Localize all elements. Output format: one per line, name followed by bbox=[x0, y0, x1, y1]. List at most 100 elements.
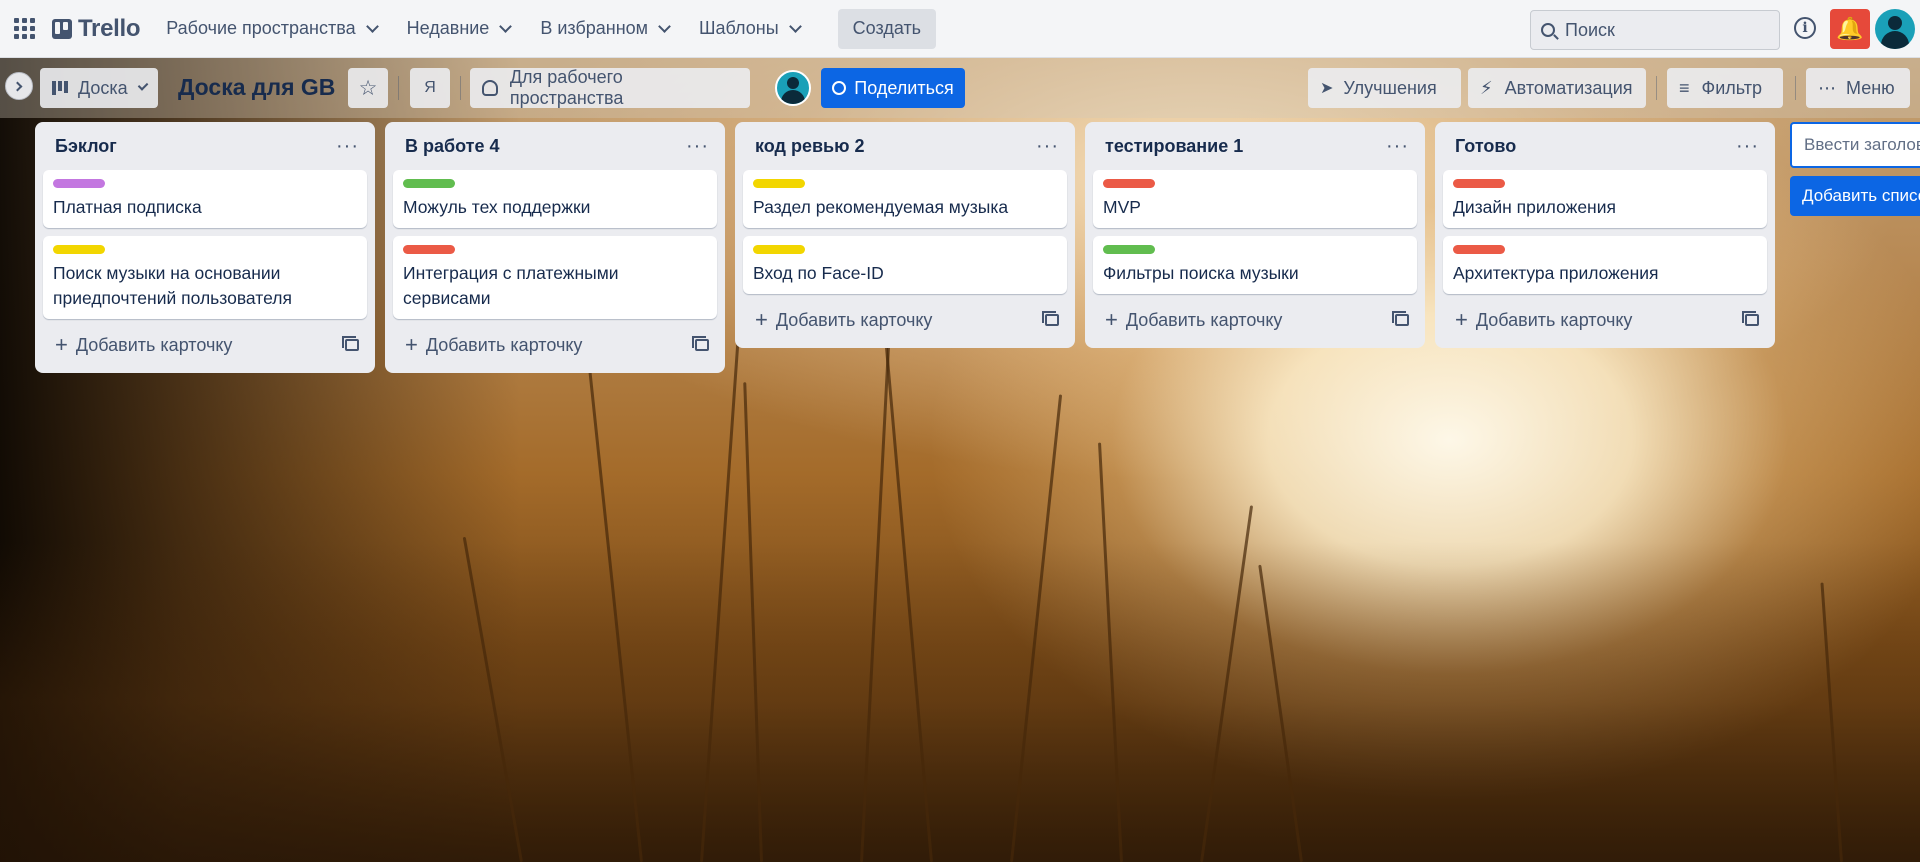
card[interactable]: MVP bbox=[1093, 170, 1417, 228]
lightning-icon: ⚡ bbox=[1480, 77, 1493, 98]
filter-icon: ≡ bbox=[1679, 77, 1690, 98]
more-dots-icon: ⋯ bbox=[1818, 77, 1836, 98]
share-button[interactable]: Поделиться bbox=[821, 68, 965, 108]
plus-icon: + bbox=[1455, 307, 1468, 332]
list-header[interactable]: тестирование 1 ··· bbox=[1093, 130, 1417, 162]
chevron-right-icon bbox=[12, 81, 23, 91]
create-from-template-icon[interactable] bbox=[1042, 311, 1059, 326]
card[interactable]: Можуль тех поддержки bbox=[393, 170, 717, 228]
add-card-button[interactable]: + Добавить карточку bbox=[405, 334, 582, 356]
card-label[interactable] bbox=[1103, 179, 1155, 188]
card-label[interactable] bbox=[1453, 179, 1505, 188]
search-input[interactable]: Поиск bbox=[1530, 10, 1780, 50]
card-label[interactable] bbox=[403, 179, 455, 188]
card[interactable]: Раздел рекомендуемая музыка bbox=[743, 170, 1067, 228]
create-from-template-icon[interactable] bbox=[342, 336, 359, 351]
nav-recent[interactable]: Недавние bbox=[395, 9, 523, 49]
add-list-button[interactable]: Добавить список bbox=[1790, 176, 1920, 216]
list-actions-icon[interactable]: ··· bbox=[1036, 135, 1059, 158]
list-title[interactable]: В работе 4 bbox=[405, 136, 500, 157]
nav-templates[interactable]: Шаблоны bbox=[687, 9, 812, 49]
nav-recent-label: Недавние bbox=[406, 18, 490, 38]
menu-label: Меню bbox=[1846, 77, 1895, 98]
list-title[interactable]: тестирование 1 bbox=[1105, 136, 1243, 157]
card-label[interactable] bbox=[1103, 245, 1155, 254]
powerups-button[interactable]: ➤ Улучшения bbox=[1308, 68, 1461, 108]
automation-button[interactable]: ⚡ Автоматизация bbox=[1468, 68, 1646, 108]
nav-starred[interactable]: В избранном bbox=[528, 9, 681, 49]
add-card-label: Добавить карточку bbox=[1125, 309, 1283, 330]
card-label[interactable] bbox=[753, 179, 805, 188]
plus-icon: + bbox=[1105, 307, 1118, 332]
create-from-template-icon[interactable] bbox=[1392, 311, 1409, 326]
card[interactable]: Дизайн приложения bbox=[1443, 170, 1767, 228]
card[interactable]: Вход по Face-ID bbox=[743, 236, 1067, 294]
list-title[interactable]: код ревью 2 bbox=[755, 136, 864, 157]
list-backlog: Бэклог ··· Платная подписка Поиск музыки… bbox=[35, 122, 375, 373]
member-initial-button[interactable]: Я bbox=[410, 68, 450, 108]
share-label: Поделиться bbox=[854, 77, 954, 98]
bell-icon: 🔔 bbox=[1836, 16, 1864, 41]
list-actions-icon[interactable]: ··· bbox=[1736, 135, 1759, 158]
card-title: MVP bbox=[1103, 197, 1141, 217]
list-in-progress: В работе 4 ··· Можуль тех поддержки Инте… bbox=[385, 122, 725, 373]
account-avatar[interactable] bbox=[1875, 9, 1915, 49]
menu-button[interactable]: ⋯ Меню bbox=[1806, 68, 1910, 108]
card-label[interactable] bbox=[403, 245, 455, 254]
list-header[interactable]: Бэклог ··· bbox=[43, 130, 367, 162]
card[interactable]: Архитектура приложения bbox=[1443, 236, 1767, 294]
add-card-label: Добавить карточку bbox=[425, 334, 583, 355]
info-icon[interactable]: i bbox=[1794, 17, 1816, 39]
workspace-visibility-button[interactable]: Для рабочего пространства bbox=[470, 67, 750, 108]
card-title: Фильтры поиска музыки bbox=[1103, 263, 1299, 283]
top-navigation-bar: Trello Рабочие пространства Недавние В и… bbox=[0, 0, 1920, 58]
list-actions-icon[interactable]: ··· bbox=[336, 135, 359, 158]
list-actions-icon[interactable]: ··· bbox=[686, 135, 709, 158]
card-label[interactable] bbox=[53, 245, 105, 254]
card-label[interactable] bbox=[53, 179, 105, 188]
add-card-row: + Добавить карточку bbox=[743, 302, 1067, 338]
list-title-input[interactable]: Ввести заголовок bbox=[1790, 122, 1920, 168]
trello-logo[interactable]: Trello bbox=[52, 15, 141, 43]
nav-workspaces[interactable]: Рабочие пространства bbox=[154, 9, 388, 49]
add-card-button[interactable]: + Добавить карточку bbox=[755, 309, 932, 331]
card[interactable]: Поиск музыки на основании приедпочтений … bbox=[43, 236, 367, 319]
list-header[interactable]: код ревью 2 ··· bbox=[743, 130, 1067, 162]
search-placeholder: Поиск bbox=[1565, 19, 1615, 40]
add-list-form: Ввести заголовок Добавить список bbox=[1790, 122, 1920, 216]
filter-label: Фильтр bbox=[1701, 77, 1762, 98]
nav-workspaces-label: Рабочие пространства bbox=[166, 18, 356, 38]
app-switcher-icon[interactable] bbox=[14, 17, 36, 40]
notifications-button[interactable]: 🔔 bbox=[1830, 9, 1870, 49]
board-title[interactable]: Доска для GB bbox=[178, 74, 335, 101]
list-header[interactable]: Готово ··· bbox=[1443, 130, 1767, 162]
card-label[interactable] bbox=[1453, 245, 1505, 254]
card[interactable]: Фильтры поиска музыки bbox=[1093, 236, 1417, 294]
create-from-template-icon[interactable] bbox=[692, 336, 709, 351]
create-from-template-icon[interactable] bbox=[1742, 311, 1759, 326]
rocket-icon: ➤ bbox=[1320, 80, 1334, 97]
add-card-button[interactable]: + Добавить карточку bbox=[1455, 309, 1632, 331]
list-actions-icon[interactable]: ··· bbox=[1386, 135, 1409, 158]
card[interactable]: Платная подписка bbox=[43, 170, 367, 228]
star-board-button[interactable]: ☆ bbox=[348, 68, 388, 108]
plus-icon: + bbox=[755, 307, 768, 332]
board-view-switcher[interactable]: Доска bbox=[40, 68, 158, 108]
list-header[interactable]: В работе 4 ··· bbox=[393, 130, 717, 162]
create-button[interactable]: Создать bbox=[837, 8, 937, 49]
card-label[interactable] bbox=[753, 245, 805, 254]
list-title[interactable]: Готово bbox=[1455, 136, 1516, 157]
add-card-button[interactable]: + Добавить карточку bbox=[1105, 309, 1282, 331]
card-title: Вход по Face-ID bbox=[753, 263, 884, 283]
board-member-avatar[interactable] bbox=[775, 70, 811, 106]
add-card-button[interactable]: + Добавить карточку bbox=[55, 334, 232, 356]
sidebar-expand-button[interactable] bbox=[5, 72, 33, 100]
divider bbox=[1795, 76, 1796, 100]
chevron-down-icon bbox=[658, 19, 671, 33]
workspace-visibility-label: Для рабочего пространства bbox=[509, 67, 624, 108]
plus-icon: + bbox=[405, 332, 418, 357]
list-title[interactable]: Бэклог bbox=[55, 136, 117, 157]
card[interactable]: Интеграция с платежными сервисами bbox=[393, 236, 717, 319]
card-title: Можуль тех поддержки bbox=[403, 197, 591, 217]
filter-button[interactable]: ≡ Фильтр bbox=[1667, 68, 1783, 108]
